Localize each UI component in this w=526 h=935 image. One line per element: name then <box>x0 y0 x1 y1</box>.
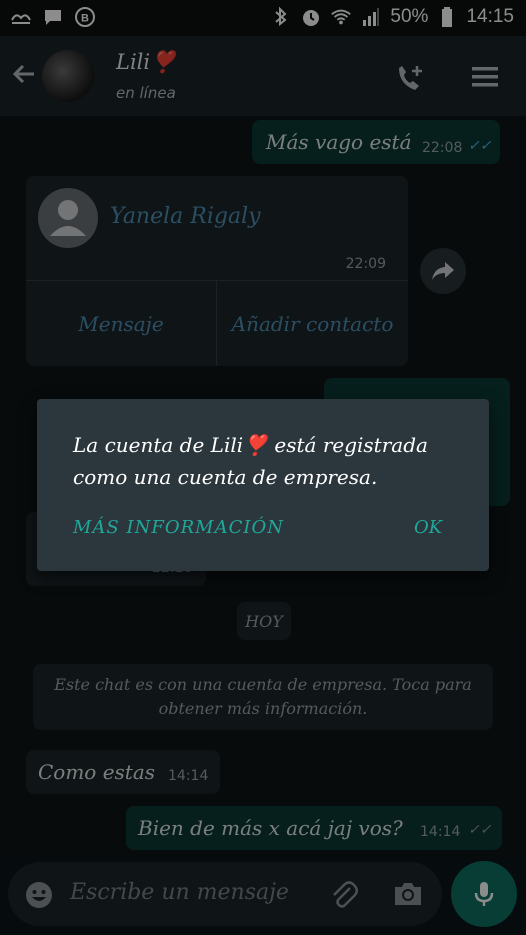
more-info-button[interactable]: MÁS INFORMACIÓN <box>73 517 284 538</box>
business-account-dialog: La cuenta de Lili❣️ está registrada como… <box>37 399 489 571</box>
dialog-message: La cuenta de Lili❣️ está registrada como… <box>73 433 428 489</box>
ok-button[interactable]: OK <box>414 517 442 538</box>
